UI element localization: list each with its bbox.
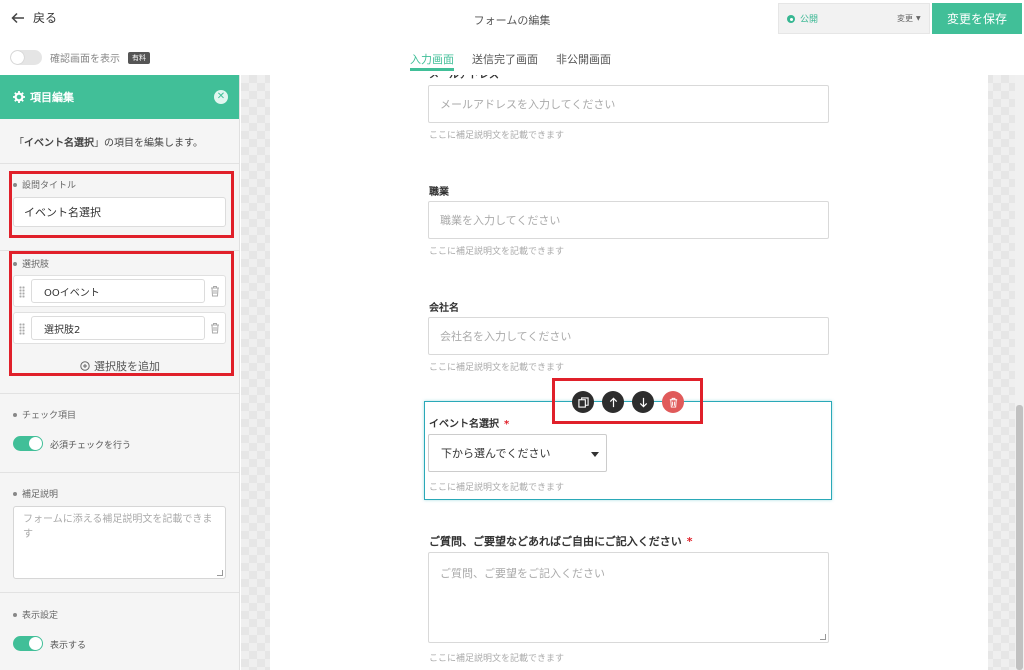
desc-open: 「: [14, 138, 24, 149]
divider: [0, 472, 239, 473]
display-toggle-label: 表示する: [50, 641, 87, 651]
job-help: ここに補足説明文を記載できます: [429, 247, 565, 257]
question-title-label: 設問タイトル: [13, 178, 76, 191]
copy-button[interactable]: [572, 391, 594, 413]
question-textarea[interactable]: ご質問、ご要望をご記入ください: [428, 552, 829, 643]
add-choice-label: 選択肢を追加: [94, 360, 160, 373]
display-toggle[interactable]: [13, 636, 43, 651]
display-label: 表示設定: [13, 608, 58, 621]
delete-button[interactable]: [662, 391, 684, 413]
choices-label: 選択肢: [13, 257, 49, 270]
company-input[interactable]: 会社名を入力してください: [428, 317, 829, 355]
event-label: イベント名選択 *: [429, 415, 509, 430]
choice-input[interactable]: 選択肢2: [31, 316, 205, 340]
status-change-dropdown[interactable]: 変更 ▼: [897, 13, 921, 24]
status-dot-icon: [787, 15, 795, 23]
gear-icon: [13, 91, 25, 103]
save-button[interactable]: 変更を保存: [932, 3, 1022, 34]
tab-private-front[interactable]: 非公開画面: [556, 44, 611, 71]
close-icon[interactable]: ✕: [214, 90, 228, 104]
divider: [0, 592, 239, 593]
divider: [0, 393, 239, 394]
event-help: ここに補足説明文を記載できます: [429, 483, 565, 493]
copy-icon: [577, 396, 589, 408]
scrollbar-thumb[interactable]: [1016, 405, 1023, 670]
paid-badge: 有料: [128, 51, 150, 64]
event-select-value: 下から選んでください: [441, 447, 551, 460]
resize-handle-icon[interactable]: [820, 634, 826, 640]
confirm-screen-label: 確認画面を表示: [50, 54, 120, 65]
plus-circle-icon: [80, 361, 90, 371]
status-change-label: 変更: [897, 14, 913, 23]
back-button[interactable]: 戻る: [10, 9, 57, 26]
divider: [0, 250, 239, 251]
tab-bar-background: [270, 38, 988, 75]
tab-input-front[interactable]: 入力画面: [410, 44, 454, 71]
required-mark: *: [686, 535, 693, 548]
question-title-input[interactable]: イベント名選択: [13, 197, 226, 227]
email-input[interactable]: メールアドレスを入力してください: [428, 85, 829, 123]
job-label: 職業: [429, 187, 449, 198]
resize-handle-icon[interactable]: [217, 570, 223, 576]
event-select[interactable]: 下から選んでください: [428, 434, 607, 472]
top-bar: 戻る フォームの編集 公開 変更 ▼ 変更を保存: [0, 0, 1024, 38]
email-help: ここに補足説明文を記載できます: [429, 131, 565, 141]
required-check-toggle[interactable]: [13, 436, 43, 451]
caret-down-icon: ▼: [916, 15, 921, 22]
move-down-button[interactable]: [632, 391, 654, 413]
add-choice-button[interactable]: 選択肢を追加: [80, 358, 160, 374]
drag-handle-icon[interactable]: [19, 323, 25, 335]
required-check-label: 必須チェックを行う: [50, 441, 132, 451]
status-text: 公開: [800, 15, 819, 25]
event-label-text: イベント名選択: [429, 419, 499, 430]
sidebar-header: 項目編集 ✕: [0, 75, 239, 119]
question-label: ご質問、ご要望などあればご自由にご記入ください *: [429, 533, 693, 549]
divider: [0, 163, 239, 164]
publish-status[interactable]: 公開 変更 ▼: [778, 3, 930, 34]
screen-tabs-front: 入力画面 送信完了画面 非公開画面: [410, 44, 611, 71]
choice-row: OOイベント: [13, 275, 226, 307]
trash-icon[interactable]: [210, 322, 220, 334]
back-label: 戻る: [33, 11, 58, 25]
choice-row: 選択肢2: [13, 312, 226, 344]
note-textarea[interactable]: フォームに添える補足説明文を記載できます: [13, 506, 226, 579]
choice-input[interactable]: OOイベント: [31, 279, 205, 303]
item-edit-sidebar: 項目編集 ✕ 「イベント名選択」の項目を編集します。 設問タイトル イベント名選…: [0, 75, 240, 670]
question-label-text: ご質問、ご要望などあればご自由にご記入ください: [429, 535, 682, 548]
move-up-button[interactable]: [602, 391, 624, 413]
arrow-left-icon: [11, 12, 24, 23]
check-label: チェック項目: [13, 408, 76, 421]
desc-item-name: イベント名選択: [24, 138, 94, 149]
trash-icon: [669, 397, 677, 408]
required-mark: *: [504, 419, 510, 430]
confirm-screen-toggle-row: 確認画面を表示 有料: [10, 50, 150, 65]
drag-handle-icon[interactable]: [19, 286, 25, 298]
desc-close: 」の項目を編集します。: [94, 138, 203, 149]
confirm-screen-toggle[interactable]: [10, 50, 42, 65]
sidebar-description: 「イベント名選択」の項目を編集します。: [14, 134, 203, 149]
note-label: 補足説明: [13, 487, 58, 500]
sidebar-title: 項目編集: [30, 91, 74, 104]
tab-completion-front[interactable]: 送信完了画面: [472, 44, 538, 71]
caret-down-icon: [591, 452, 599, 457]
job-input[interactable]: 職業を入力してください: [428, 201, 829, 239]
company-help: ここに補足説明文を記載できます: [429, 363, 565, 373]
company-label: 会社名: [429, 303, 459, 314]
question-help: ここに補足説明文を記載できます: [429, 654, 565, 664]
arrow-up-icon: [609, 397, 617, 407]
arrow-down-icon: [639, 397, 647, 407]
trash-icon[interactable]: [210, 285, 220, 297]
